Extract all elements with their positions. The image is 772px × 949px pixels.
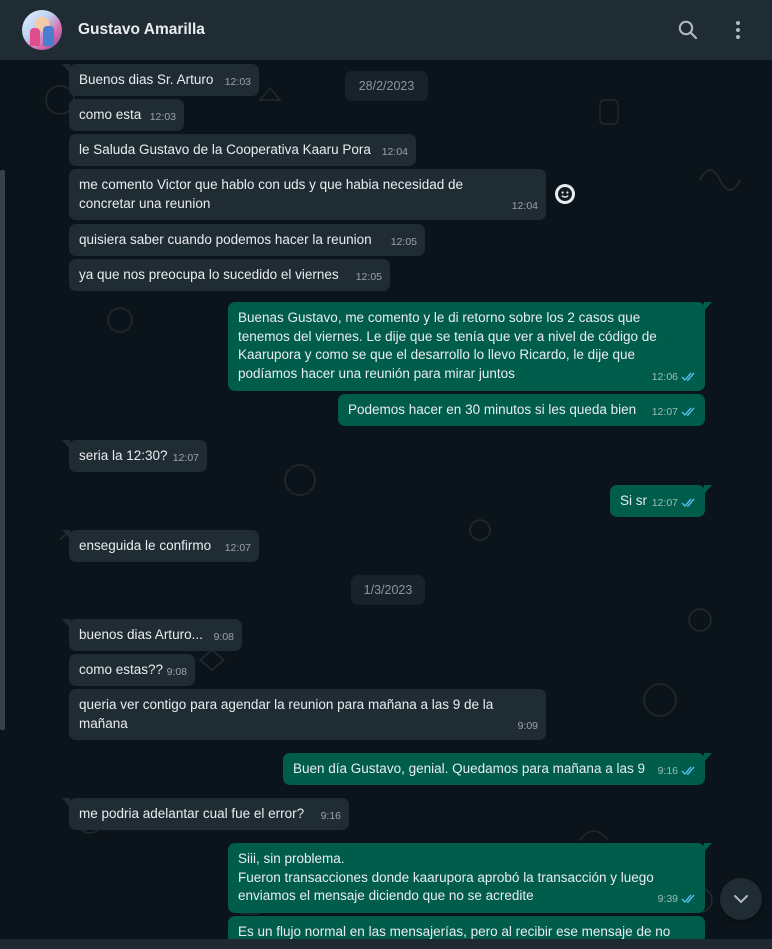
avatar-figure <box>30 28 40 46</box>
message-text: Podemos hacer en 30 minutos si les queda… <box>348 402 637 417</box>
outgoing-message[interactable]: Podemos hacer en 30 minutos si les queda… <box>338 394 705 426</box>
message-time: 12:03 <box>149 110 176 123</box>
message-text: le Saluda Gustavo de la Cooperativa Kaar… <box>79 142 371 157</box>
incoming-message[interactable]: le Saluda Gustavo de la Cooperativa Kaar… <box>69 134 416 166</box>
outgoing-message[interactable]: Buen día Gustavo, genial. Quedamos para … <box>283 753 712 785</box>
message-list[interactable]: 28/2/2023 1/3/2023 Buenos dias Sr. Artur… <box>0 60 772 949</box>
incoming-message[interactable]: queria ver contigo para agendar la reuni… <box>69 689 546 740</box>
message-time: 12:05 <box>355 270 382 283</box>
message-text: Buen día Gustavo, genial. Quedamos para … <box>293 761 645 776</box>
message-text: me comento Victor que hablo con uds y qu… <box>79 177 464 211</box>
message-time: 12:07 <box>172 451 199 464</box>
message-time: 12:04 <box>511 199 538 212</box>
scrollbar[interactable] <box>0 170 5 730</box>
incoming-message[interactable]: ya que nos preocupa lo sucedido el viern… <box>69 259 390 291</box>
message-time: 12:05 <box>390 235 417 248</box>
message-time: 9:16 <box>320 809 341 822</box>
read-ticks-icon <box>681 498 695 508</box>
message-text: Siii, sin problema. Fueron transacciones… <box>238 851 654 903</box>
message-time: 9:16 <box>657 764 678 777</box>
message-text: Buenas Gustavo, me comento y le di retor… <box>238 310 657 381</box>
avatar[interactable] <box>22 10 62 50</box>
read-ticks-icon <box>681 766 695 776</box>
incoming-message[interactable]: quisiera saber cuando podemos hacer la r… <box>69 224 425 256</box>
message-text: quisiera saber cuando podemos hacer la r… <box>79 232 372 247</box>
search-icon[interactable] <box>676 18 700 42</box>
incoming-message[interactable]: me podria adelantar cual fue el error? 9… <box>62 798 349 830</box>
message-time: 12:03 <box>224 75 251 88</box>
react-emoji-icon[interactable] <box>555 184 575 204</box>
outgoing-message[interactable]: Si sr 12:07 <box>610 485 712 517</box>
message-time: 12:07 <box>651 496 678 509</box>
read-ticks-icon <box>681 372 695 382</box>
incoming-message[interactable]: me comento Victor que hablo con uds y qu… <box>69 169 546 220</box>
incoming-message[interactable]: enseguida le confirmo 12:07 <box>62 530 259 562</box>
message-text: queria ver contigo para agendar la reuni… <box>79 697 494 731</box>
message-time: 9:08 <box>213 630 234 643</box>
message-text: Si sr <box>620 493 647 508</box>
message-time: 12:06 <box>651 370 678 383</box>
contact-name[interactable]: Gustavo Amarilla <box>78 21 205 39</box>
message-time: 9:39 <box>657 892 678 905</box>
menu-dots-icon[interactable] <box>726 18 750 42</box>
message-time: 12:07 <box>651 405 678 418</box>
message-text: me podria adelantar cual fue el error? <box>79 806 305 821</box>
message-time: 9:08 <box>166 665 187 678</box>
message-text: enseguida le confirmo <box>79 538 212 553</box>
message-text: ya que nos preocupa lo sucedido el viern… <box>79 267 339 282</box>
incoming-message[interactable]: buenos dias Arturo... 9:08 <box>62 619 242 651</box>
incoming-message[interactable]: Buenos dias Sr. Arturo 12:03 <box>62 64 259 96</box>
message-time: 9:09 <box>517 719 538 732</box>
incoming-message[interactable]: como esta 12:03 <box>69 99 184 131</box>
message-text: seria la 12:30? <box>79 448 168 463</box>
message-text: como esta <box>79 107 142 122</box>
message-time: 12:07 <box>224 541 251 554</box>
read-ticks-icon <box>681 407 695 417</box>
date-separator: 28/2/2023 <box>345 71 428 101</box>
outgoing-message[interactable]: Buenas Gustavo, me comento y le di retor… <box>228 302 712 391</box>
incoming-message[interactable]: seria la 12:30? 12:07 <box>62 440 207 472</box>
chevron-down-icon <box>734 895 748 904</box>
message-text: como estas?? <box>79 662 164 677</box>
footer-strip <box>0 939 772 949</box>
chat-header: Gustavo Amarilla <box>0 0 772 60</box>
incoming-message[interactable]: como estas?? 9:08 <box>69 654 195 686</box>
message-time: 12:04 <box>381 145 408 158</box>
message-text: buenos dias Arturo... <box>79 627 203 642</box>
message-text: Es un flujo normal en las mensajerías, p… <box>238 924 671 939</box>
outgoing-message[interactable]: Siii, sin problema. Fueron transacciones… <box>228 843 712 913</box>
avatar-figure <box>43 26 54 46</box>
scroll-down-button[interactable] <box>720 878 762 920</box>
date-separator: 1/3/2023 <box>351 575 425 605</box>
read-ticks-icon <box>681 894 695 904</box>
message-text: Buenos dias Sr. Arturo <box>79 72 214 87</box>
